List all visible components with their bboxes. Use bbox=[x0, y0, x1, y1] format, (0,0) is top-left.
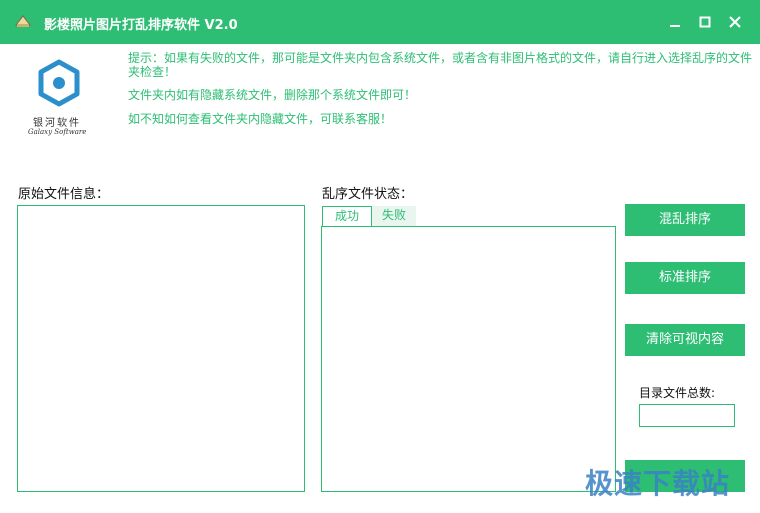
logo-name-en: Galaxy Software bbox=[28, 128, 87, 136]
clear-content-button[interactable]: 清除可视内容 bbox=[625, 324, 745, 356]
tip-hidden-files: 文件夹内如有隐藏系统文件，删除那个系统文件即可！ bbox=[128, 88, 417, 102]
original-file-list[interactable] bbox=[17, 205, 305, 492]
logo-name-cn: 银河软件 bbox=[33, 118, 81, 129]
close-icon[interactable] bbox=[722, 10, 748, 34]
tip-contact-support: 如不知如何查看文件夹内隐藏文件，可联系客服！ bbox=[128, 112, 393, 126]
shuffle-status-list[interactable] bbox=[321, 226, 616, 492]
tab-success[interactable]: 成功 bbox=[322, 206, 372, 226]
title-bar: 影楼照片图片打乱排序软件 V2.0 bbox=[0, 0, 760, 44]
file-count-label: 目录文件总数: bbox=[639, 386, 716, 400]
watermark: 极速下载站 bbox=[585, 467, 731, 500]
standard-sort-button[interactable]: 标准排序 bbox=[625, 262, 745, 294]
window-title: 影楼照片图片打乱排序软件 V2.0 bbox=[44, 18, 238, 33]
shuffle-status-label: 乱序文件状态： bbox=[322, 187, 414, 202]
tip-failed-files: 提示：如果有失败的文件，那可能是文件夹内包含系统文件，或者含有非图片格式的文件，… bbox=[128, 51, 753, 79]
app-icon bbox=[14, 13, 32, 29]
shuffle-button[interactable]: 混乱排序 bbox=[625, 204, 745, 236]
original-info-label: 原始文件信息： bbox=[18, 187, 110, 202]
tab-failed[interactable]: 失败 bbox=[372, 206, 416, 226]
maximize-icon[interactable] bbox=[692, 10, 718, 34]
file-count-field[interactable] bbox=[639, 404, 735, 427]
minimize-icon[interactable] bbox=[662, 10, 688, 34]
